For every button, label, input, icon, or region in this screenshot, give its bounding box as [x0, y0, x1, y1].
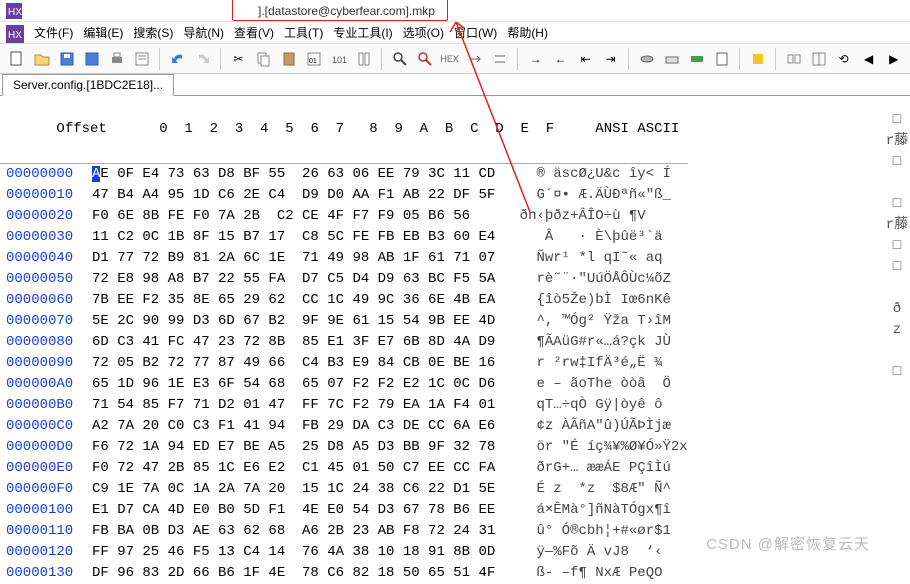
tabbar: Server.config.[1BDC2E18]...: [0, 74, 910, 96]
watermark: CSDN @解密恢复云天: [706, 533, 870, 554]
paste-icon[interactable]: [278, 48, 299, 70]
strip-cell: □: [884, 257, 910, 278]
menu-options[interactable]: 选项(O): [399, 22, 448, 43]
sync-icon[interactable]: ⟲: [833, 48, 854, 70]
copy-icon[interactable]: [253, 48, 274, 70]
hex-row[interactable]: 00000040D1 77 72 B9 81 2A 6C 1E 71 49 98…: [0, 248, 688, 269]
svg-text:01: 01: [309, 58, 317, 65]
hex-row[interactable]: 000000F0C9 1E 7A 0C 1A 2A 7A 20 15 1C 24…: [0, 479, 688, 500]
toolbar: ✂ 01 101 HEX → ← ⇤ ⇥ ⟲ ◀ ▶: [0, 44, 910, 74]
menu-help[interactable]: 帮助(H): [503, 22, 552, 43]
replace-all-icon[interactable]: [489, 48, 510, 70]
strip-cell: [884, 509, 910, 530]
calc-icon[interactable]: [711, 48, 732, 70]
split-icon[interactable]: [808, 48, 829, 70]
strip-cell: [884, 467, 910, 488]
hex-row[interactable]: 0000003011 C2 0C 1B 8F 15 B7 17 C8 5C FE…: [0, 227, 688, 248]
hex-row[interactable]: 00000020F0 6E 8B FE F0 7A 2B C2 CE 4F F7…: [0, 206, 688, 227]
hex-row[interactable]: 000000705E 2C 90 99 D3 6D 67 B2 9F 9E 61…: [0, 311, 688, 332]
strip-cell: [884, 488, 910, 509]
hex-row[interactable]: 000000A065 1D 96 1E E3 6F 54 68 65 07 F2…: [0, 374, 688, 395]
menu-window[interactable]: 窗口(W): [450, 22, 501, 43]
hex-row[interactable]: 00000130DF 96 83 2D 66 B6 1F 4E 78 C6 82…: [0, 563, 688, 584]
strip-cell: □: [884, 152, 910, 173]
strip-cell: [884, 425, 910, 446]
title-text: ].[datastore@cyberfear.com].mkp: [258, 4, 435, 18]
strip-cell: □: [884, 110, 910, 131]
strip-cell: ð: [884, 299, 910, 320]
strip-cell: [884, 173, 910, 194]
hex-view: Offset 0 1 2 3 4 5 6 7 8 9 A B C D E F A…: [0, 96, 910, 584]
strip-cell: □: [884, 236, 910, 257]
disk-icon[interactable]: [636, 48, 657, 70]
hex-row[interactable]: 0000001047 B4 A4 95 1D C6 2E C4 D9 D0 AA…: [0, 185, 688, 206]
menu-app-icon: HX: [6, 25, 24, 43]
hex-row[interactable]: 000000607B EE F2 35 8E 65 29 62 CC 1C 49…: [0, 290, 688, 311]
hex-row[interactable]: 00000000AE 0F E4 73 63 D8 BF 55 26 63 06…: [0, 164, 688, 185]
strip-cell: □: [884, 362, 910, 383]
hex-row[interactable]: 00000110FB BA 0B D3 AE 63 62 68 A6 2B 23…: [0, 521, 688, 542]
strip-cell: [884, 446, 910, 467]
svg-text:HX: HX: [8, 7, 22, 18]
new-icon[interactable]: [6, 48, 27, 70]
hex-row[interactable]: 000000C0A2 7A 20 C0 C3 F1 41 94 FB 29 DA…: [0, 416, 688, 437]
props-icon[interactable]: [131, 48, 152, 70]
hex-row[interactable]: 000000806D C3 41 FC 47 23 72 8B 85 E1 3F…: [0, 332, 688, 353]
strip-cell: □: [884, 194, 910, 215]
menu-view[interactable]: 查看(V): [230, 22, 278, 43]
analyze-icon[interactable]: [747, 48, 768, 70]
copy-hex-icon[interactable]: 01: [303, 48, 324, 70]
strip-cell: [884, 383, 910, 404]
save-as-icon[interactable]: [81, 48, 102, 70]
hex-row[interactable]: 000000E0F0 72 47 2B 85 1C E6 E2 C1 45 01…: [0, 458, 688, 479]
hex-row[interactable]: 00000100E1 D7 CA 4D E0 B0 5D F1 4E E0 54…: [0, 500, 688, 521]
find-icon[interactable]: [389, 48, 410, 70]
strip-cell: [884, 278, 910, 299]
nav-prev-icon[interactable]: ◀: [858, 48, 879, 70]
strip-cell: [884, 404, 910, 425]
hex-row[interactable]: 000000B071 54 85 F7 71 D2 01 47 FF 7C F2…: [0, 395, 688, 416]
ram-icon[interactable]: [686, 48, 707, 70]
find-hex-icon[interactable]: [414, 48, 435, 70]
tab-file[interactable]: Server.config.[1BDC2E18]...: [2, 74, 174, 96]
svg-text:101: 101: [332, 55, 347, 65]
svg-text:HX: HX: [8, 30, 22, 41]
save-icon[interactable]: [56, 48, 77, 70]
nav-next-icon[interactable]: ▶: [883, 48, 904, 70]
menu-edit[interactable]: 编辑(E): [79, 22, 127, 43]
compare-icon[interactable]: [783, 48, 804, 70]
hex-row[interactable]: 000000D0F6 72 1A 94 ED E7 BE A5 25 D8 A5…: [0, 437, 688, 458]
toggle-hex-icon[interactable]: 101: [328, 48, 349, 70]
go-end-icon[interactable]: ⇥: [600, 48, 621, 70]
strip-cell: z: [884, 320, 910, 341]
strip-cell: r藤: [884, 215, 910, 236]
hex-body[interactable]: 00000000AE 0F E4 73 63 D8 BF 55 26 63 06…: [0, 164, 688, 584]
undo-icon[interactable]: [167, 48, 188, 70]
menu-file[interactable]: 文件(F): [30, 22, 77, 43]
strip-cell: r藤: [884, 131, 910, 152]
menubar: HX 文件(F) 编辑(E) 搜索(S) 导航(N) 查看(V) 工具(T) 专…: [0, 22, 910, 44]
menu-navigate[interactable]: 导航(N): [179, 22, 228, 43]
menu-pro-tools[interactable]: 专业工具(I): [329, 22, 396, 43]
menu-search[interactable]: 搜索(S): [129, 22, 177, 43]
redo-icon[interactable]: [192, 48, 213, 70]
go-begin-icon[interactable]: ⇤: [575, 48, 596, 70]
right-strip: □r藤□□r藤□□ðz□: [884, 110, 910, 530]
titlebar: HX ].[datastore@cyberfear.com].mkp: [0, 0, 910, 22]
go-back-icon[interactable]: →: [525, 48, 546, 70]
drive-icon[interactable]: [661, 48, 682, 70]
open-icon[interactable]: [31, 48, 52, 70]
go-forward-icon[interactable]: ←: [550, 48, 571, 70]
hex-header: Offset 0 1 2 3 4 5 6 7 8 9 A B C D E F A…: [0, 96, 688, 164]
hex-row[interactable]: 0000005072 E8 98 A8 B7 22 55 FA D7 C5 D4…: [0, 269, 688, 290]
replace-icon[interactable]: [464, 48, 485, 70]
column-icon[interactable]: [353, 48, 374, 70]
menu-tools[interactable]: 工具(T): [280, 22, 327, 43]
print-icon[interactable]: [106, 48, 127, 70]
find-text-icon[interactable]: HEX: [439, 48, 460, 70]
app-icon: HX: [6, 3, 22, 19]
hex-row[interactable]: 0000009072 05 B2 72 77 87 49 66 C4 B3 E9…: [0, 353, 688, 374]
strip-cell: [884, 341, 910, 362]
cut-icon[interactable]: ✂: [228, 48, 249, 70]
